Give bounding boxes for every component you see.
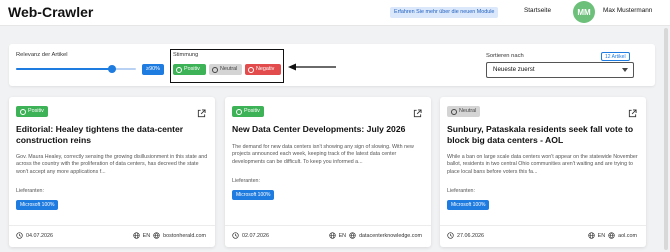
neutral-face-icon (451, 108, 457, 115)
card-domain[interactable]: aol.com (618, 233, 637, 239)
check-icon (176, 66, 182, 73)
open-external-icon[interactable] (628, 109, 637, 118)
sad-face-icon (248, 66, 254, 73)
website-icon (349, 232, 356, 239)
card-date-text: 27.06.2026 (457, 232, 484, 239)
relevance-label: Relevanz der Artikel (16, 52, 68, 58)
clock-icon (447, 232, 454, 239)
sort-select[interactable]: Neueste zuerst (486, 62, 634, 78)
open-external-icon[interactable] (197, 109, 206, 118)
page-scrollbar[interactable] (664, 28, 668, 250)
app-title: Web-Crawler (8, 4, 94, 20)
mood-positive-label: Positiv (184, 66, 200, 72)
card-date-text: 02.07.2026 (242, 232, 269, 239)
sentiment-label: Positiv (28, 108, 44, 114)
supplier-chip: Microsoft 100% (232, 190, 275, 200)
card-date: 27.06.2026 (447, 232, 484, 239)
card-date: 04.07.2026 (16, 232, 53, 239)
card-divider (440, 225, 646, 226)
mood-neutral-label: Neutral (220, 66, 238, 72)
suppliers-label: Lieferanten: (232, 178, 260, 184)
website-icon (153, 232, 160, 239)
neutral-face-icon (212, 66, 218, 73)
article-card[interactable]: Positiv Editorial: Healey tightens the d… (9, 97, 215, 247)
mood-label: Stimmung (173, 52, 199, 58)
mood-positive-button[interactable]: Positiv (173, 64, 206, 75)
card-language: EN (142, 232, 151, 239)
sentiment-badge: Positiv (232, 106, 264, 117)
article-card[interactable]: Positiv New Data Center Developments: Ju… (225, 97, 431, 247)
check-icon (236, 108, 242, 115)
sentiment-label: Neutral (459, 108, 477, 114)
card-divider (9, 225, 215, 226)
relevance-value: ≥90% (142, 64, 164, 75)
card-language: EN (597, 232, 606, 239)
website-icon (608, 232, 615, 239)
card-domain[interactable]: datacenterknowledge.com (359, 233, 422, 239)
sentiment-badge: Positiv (16, 106, 48, 117)
globe-icon (132, 232, 140, 239)
open-external-icon[interactable] (413, 109, 422, 118)
relevance-slider-thumb[interactable] (108, 65, 116, 73)
card-date: 02.07.2026 (232, 232, 269, 239)
mood-neutral-button[interactable]: Neutral (209, 64, 242, 75)
card-language: EN (338, 232, 347, 239)
supplier-chip: Microsoft 100% (447, 200, 490, 210)
chevron-down-icon (622, 68, 628, 72)
suppliers-label: Lieferanten: (447, 188, 475, 194)
card-meta: EN bostonherald.com (132, 232, 206, 239)
card-domain[interactable]: bostonherald.com (163, 233, 206, 239)
clock-icon (16, 232, 23, 239)
suppliers-label: Lieferanten: (16, 188, 44, 194)
relevance-slider-fill (16, 68, 112, 70)
sentiment-label: Positiv (244, 108, 260, 114)
card-meta: EN datacenterknowledge.com (328, 232, 422, 239)
user-name[interactable]: Max Mustermann (603, 7, 652, 14)
globe-icon (328, 232, 336, 239)
globe-icon (587, 232, 595, 239)
card-meta: EN aol.com (587, 232, 637, 239)
card-divider (225, 225, 431, 226)
new-modules-link[interactable]: Erfahren Sie mehr über die neuen Module (390, 7, 499, 18)
check-icon (20, 108, 26, 115)
nav-home-link[interactable]: Startseite (524, 7, 551, 14)
relevance-slider[interactable] (16, 65, 136, 73)
avatar[interactable]: MM (573, 1, 595, 23)
mood-negative-label: Negativ (256, 66, 275, 72)
sort-select-value: Neueste zuerst (493, 66, 535, 73)
card-excerpt: The demand for new data centers isn't sh… (232, 144, 414, 165)
left-arrow-annotation (288, 63, 336, 71)
article-card[interactable]: Neutral Sunbury, Pataskala residents see… (440, 97, 646, 247)
card-title[interactable]: Sunbury, Pataskala residents seek fall v… (447, 124, 639, 146)
sort-label: Sortieren nach (486, 53, 524, 59)
mood-negative-button[interactable]: Negativ (245, 64, 281, 75)
supplier-chip: Microsoft 100% (16, 200, 59, 210)
article-count-badge: 12 Artikel (601, 52, 630, 61)
clock-icon (232, 232, 239, 239)
card-date-text: 04.07.2026 (26, 232, 53, 239)
card-excerpt: Gov. Maura Healey, correctly sensing the… (16, 154, 208, 175)
top-bar: Web-Crawler Erfahren Sie mehr über die n… (0, 0, 670, 26)
sentiment-badge: Neutral (447, 106, 481, 117)
card-title[interactable]: New Data Center Developments: July 2026 (232, 124, 424, 135)
card-title[interactable]: Editorial: Healey tightens the data-cent… (16, 124, 208, 146)
card-excerpt: While a ban on large scale data centers … (447, 154, 638, 175)
